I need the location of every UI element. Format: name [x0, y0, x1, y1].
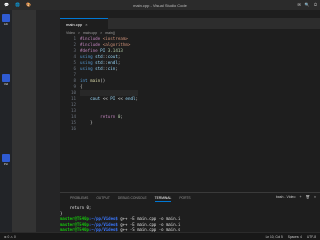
- code-token: #include: [80, 42, 103, 47]
- power-icon[interactable]: ⏻: [314, 2, 317, 7]
- problems-count[interactable]: ⊗ 0 ⚠ 0: [4, 235, 16, 239]
- code-token: {: [80, 84, 83, 89]
- system-top-bar: 💬 🌐 🎨 main.cpp - Visual Studio Code ✉ 🔍 …: [0, 0, 320, 10]
- desktop-item-label: Vid: [3, 82, 9, 86]
- close-icon[interactable]: ×: [85, 22, 87, 29]
- code-editor[interactable]: 1 2 3 4 5 6 7 8 9 10 11 12 13 14 15 16 #include <iostre…: [60, 36, 320, 192]
- top-bar-right-icons: ✉ 🔍 ⏻: [297, 2, 317, 7]
- code-token: using: [80, 60, 96, 65]
- code-token: ;: [120, 114, 123, 119]
- tab-label: main.cpp: [66, 22, 83, 27]
- code-token: (): [100, 78, 106, 83]
- code-line[interactable]: [80, 126, 138, 132]
- trash-icon[interactable]: 🗑: [306, 195, 310, 199]
- code-token: std: [95, 60, 103, 65]
- status-right: Ln 10, Col 5 Spaces: 4 UTF-8: [266, 235, 316, 239]
- terminal-text: return 0;: [60, 205, 92, 210]
- cursor-position[interactable]: Ln 10, Col 5: [266, 235, 283, 239]
- desktop-strip: Lib Vid Pic: [0, 10, 12, 240]
- window-title: main.cpp - Visual Studio Code: [133, 3, 187, 8]
- add-terminal-icon[interactable]: +: [299, 195, 301, 199]
- status-left: ⊗ 0 ⚠ 0: [4, 235, 16, 239]
- code-token: <<: [100, 96, 111, 101]
- mail-icon[interactable]: ✉: [297, 2, 300, 7]
- tab-output[interactable]: OUTPUT: [96, 196, 110, 202]
- desktop-item[interactable]: Pic: [0, 154, 12, 166]
- indentation[interactable]: Spaces: 4: [288, 235, 302, 239]
- code-token: ;: [135, 96, 139, 101]
- close-panel-icon[interactable]: ×: [314, 195, 316, 199]
- prompt-path: :~/pp/Video$: [88, 216, 118, 222]
- panel-actions: bash - Video + 🗑 ×: [276, 195, 316, 199]
- breadcrumb: Video > main.cpp > main(): [60, 29, 320, 36]
- code-token: return: [100, 114, 118, 119]
- line-numbers: 1 2 3 4 5 6 7 8 9 10 11 12 13 14 15 16: [62, 36, 76, 132]
- code-token: endl: [107, 60, 118, 65]
- status-bar: ⊗ 0 ⚠ 0 Ln 10, Col 5 Spaces: 4 UTF-8: [0, 232, 320, 240]
- prompt-user: master@T540p: [60, 216, 89, 222]
- tab-problems[interactable]: PROBLEMS: [70, 196, 88, 202]
- prompt-user: master@T540p: [60, 221, 89, 227]
- prompt-path: :~/pp/Video$: [88, 221, 118, 227]
- folder-icon: [2, 154, 10, 162]
- desktop-item-label: Lib: [3, 22, 8, 26]
- desktop-item-label: Pic: [3, 162, 9, 166]
- code-token: <algorithm>: [102, 42, 131, 47]
- terminal-text: }: [60, 210, 63, 216]
- side-panel: [36, 10, 60, 240]
- code-token: using: [80, 54, 96, 59]
- vscode-window: main.cpp × Video > main.cpp > main() 123…: [12, 10, 320, 240]
- code-token: <<: [115, 96, 126, 101]
- code-token: 3.1413: [107, 48, 123, 53]
- code-token: PI: [100, 48, 108, 53]
- code-token: int: [80, 78, 91, 83]
- code-token: <iostream>: [102, 36, 128, 41]
- code-line[interactable]: cout << PI << endl;: [80, 96, 138, 102]
- encoding[interactable]: UTF-8: [307, 235, 316, 239]
- code-token: main: [90, 78, 101, 83]
- code-token: #define: [80, 48, 101, 53]
- folder-icon: [2, 74, 10, 82]
- code-token: ;: [117, 60, 121, 65]
- code-content[interactable]: #include <iostream> #include <algorithm> #…: [80, 36, 139, 132]
- code-token: #include: [80, 36, 103, 41]
- tab-ports[interactable]: PORTS: [179, 196, 190, 202]
- code-token: using: [80, 66, 96, 71]
- terminal-command: g++ -E main.cpp -o main.i: [117, 216, 181, 222]
- code-token: endl: [125, 96, 136, 101]
- activity-bar: [12, 10, 36, 240]
- code-token: }: [80, 120, 93, 125]
- code-token: cout: [90, 96, 101, 101]
- code-token: cout: [107, 54, 118, 59]
- editor-tabs: main.cpp ×: [60, 18, 320, 29]
- tab-terminal[interactable]: TERMINAL: [154, 196, 172, 202]
- code-token: ;: [115, 66, 118, 71]
- search-icon[interactable]: 🔍: [305, 2, 310, 7]
- desktop-item[interactable]: Lib: [0, 14, 12, 26]
- code-token: ;: [117, 54, 121, 59]
- line-number: 16: [70, 126, 76, 131]
- tab-main-cpp[interactable]: main.cpp ×: [60, 18, 108, 29]
- desktop-item[interactable]: Vid: [0, 74, 12, 86]
- tab-debug-console[interactable]: DEBUG CONSOLE: [118, 196, 147, 202]
- code-token: std: [95, 54, 103, 59]
- folder-icon: [2, 14, 10, 22]
- code-token: std: [95, 66, 103, 71]
- terminal-command: g++ -E main.cpp -o main.i: [117, 221, 181, 227]
- terminal-name[interactable]: bash - Video: [276, 195, 296, 199]
